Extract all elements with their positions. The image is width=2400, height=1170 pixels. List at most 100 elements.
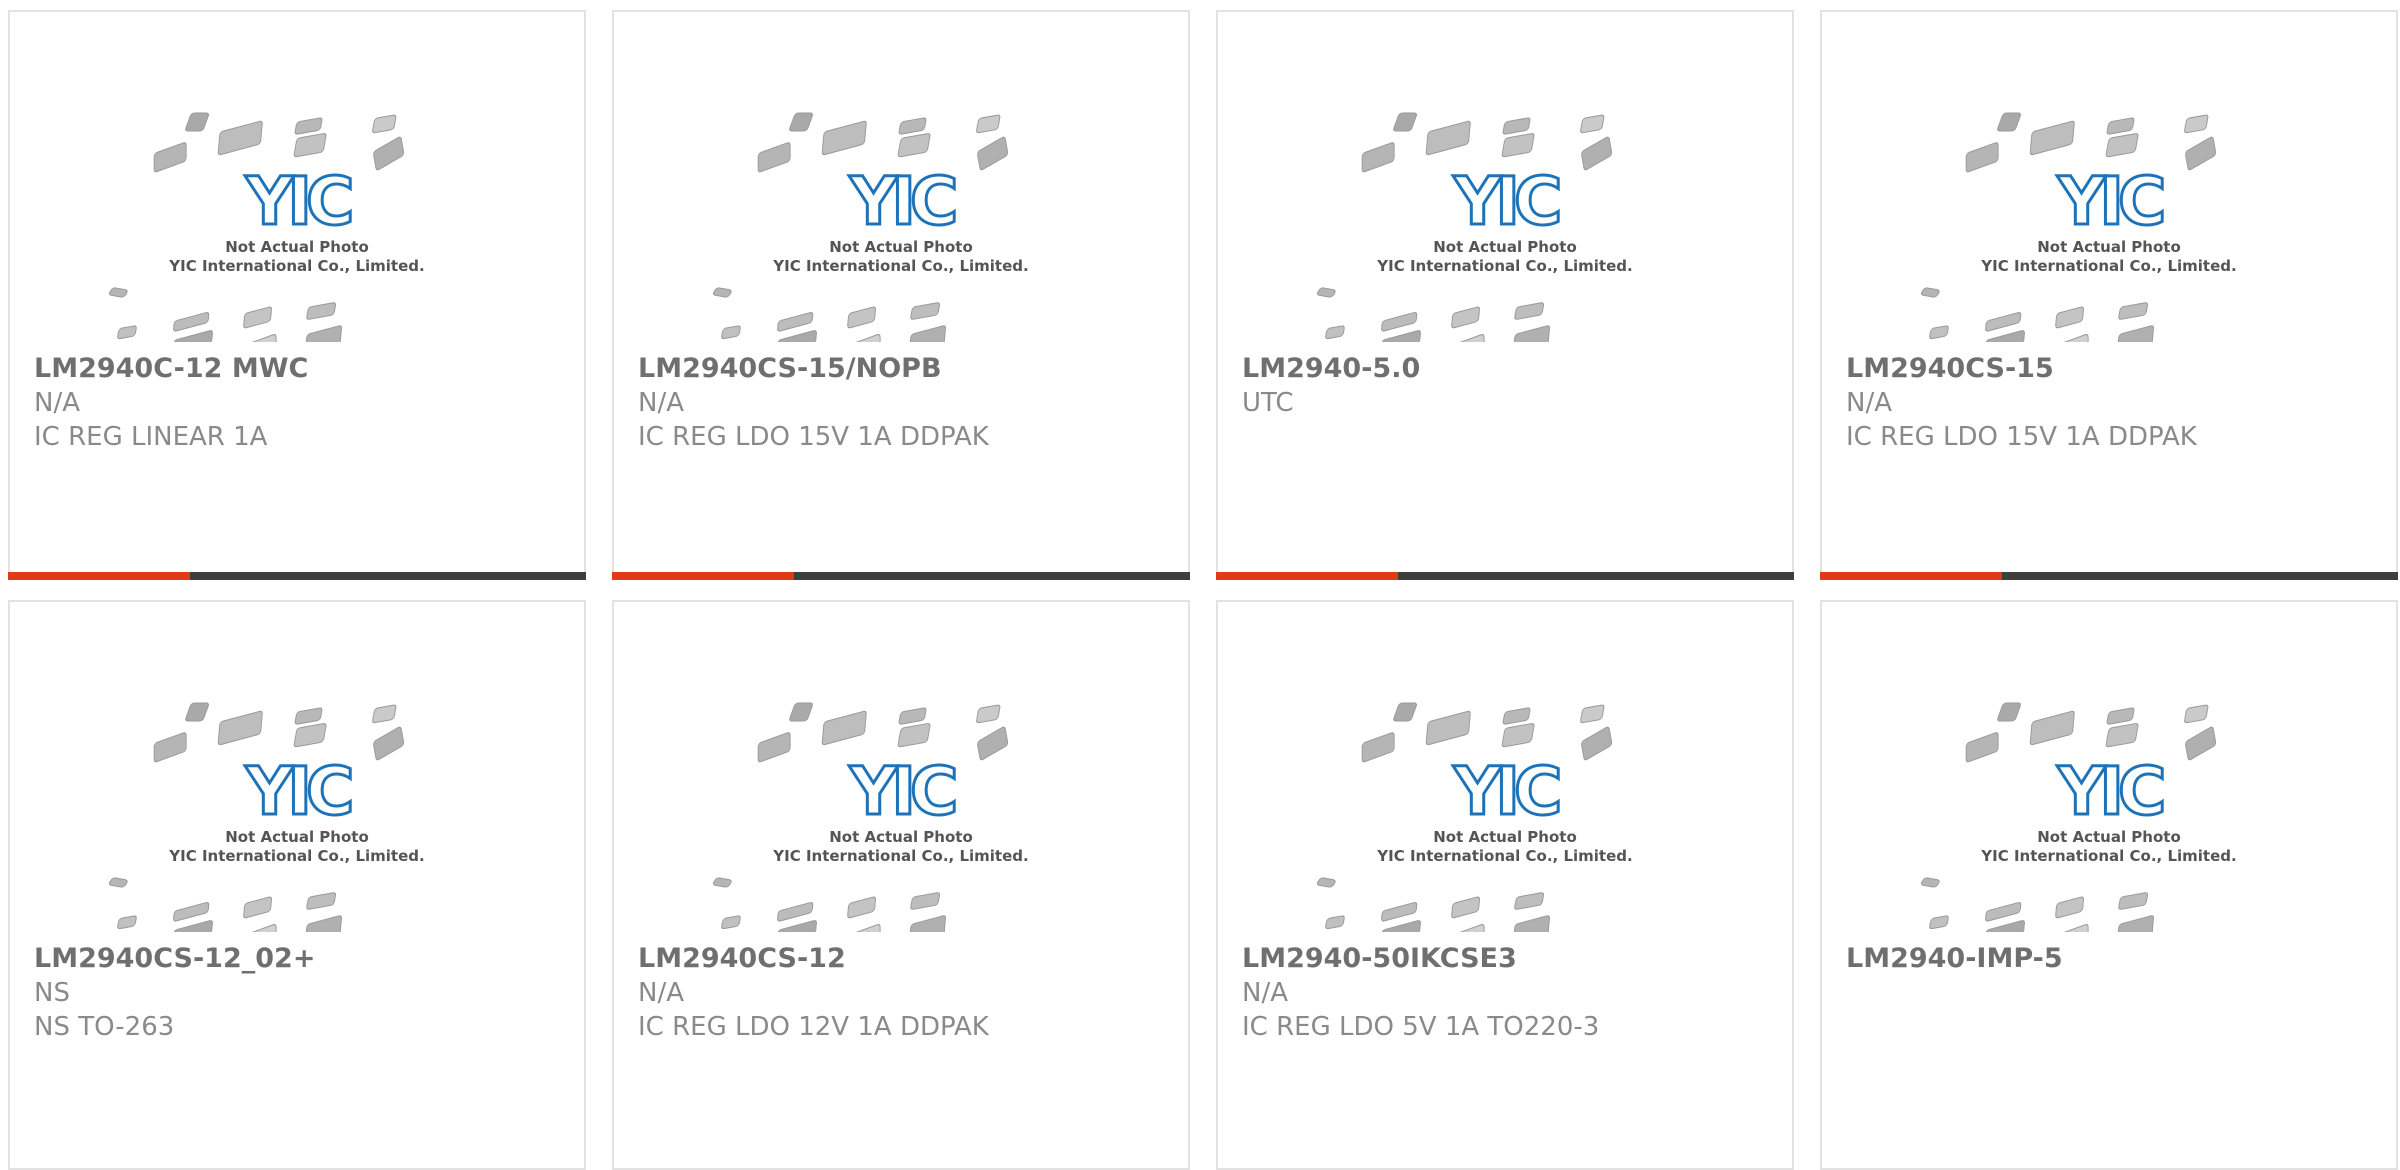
chip-graphic <box>1997 702 2021 722</box>
company-label: YIC International Co., Limited. <box>772 847 1028 865</box>
chip-graphic <box>898 707 927 725</box>
chip-graphic <box>1920 877 1940 888</box>
chip-graphic <box>1985 311 2022 332</box>
product-thumbnail[interactable]: YIC Not Actual Photo YIC International Co.… <box>1218 682 1792 953</box>
part-number[interactable]: LM2940-50IKCSE3 <box>1242 942 1776 976</box>
product-card[interactable]: YIC Not Actual Photo YIC International Co.… <box>1820 600 2398 1170</box>
chip-graphic <box>217 710 263 746</box>
not-actual-photo-label: Not Actual Photo <box>1433 828 1577 846</box>
placeholder-image: YICNot Actual PhotoYIC International Co.… <box>108 112 425 363</box>
part-number[interactable]: LM2940CS-12 <box>638 942 1172 976</box>
chip-graphic <box>1451 306 1480 329</box>
chip-graphic <box>789 702 813 722</box>
company-label: YIC International Co., Limited. <box>1376 257 1632 275</box>
chip-graphic <box>1455 333 1485 363</box>
chip-graphic <box>2118 302 2149 320</box>
chip-graphic <box>1393 702 1417 722</box>
product-thumbnail[interactable]: YIC Not Actual Photo YIC International Co.… <box>1822 92 2396 363</box>
product-thumbnail[interactable]: YIC Not Actual Photo YIC International Co.… <box>614 682 1188 953</box>
chip-graphic <box>1984 920 2025 943</box>
chip-graphic <box>1501 133 1535 158</box>
part-number[interactable]: LM2940-5.0 <box>1242 352 1776 386</box>
chip-graphic <box>173 901 210 922</box>
chip-graphic <box>153 732 187 763</box>
card-accent-bar <box>1820 572 2002 580</box>
card-bottom-bar <box>612 572 1190 580</box>
chip-graphic <box>373 136 405 171</box>
yic-logo: YIC <box>245 753 351 830</box>
chip-graphic <box>712 877 732 888</box>
chip-graphic <box>153 142 187 173</box>
chip-graphic <box>294 707 323 725</box>
chip-graphic <box>821 120 867 156</box>
product-grid: YIC Not Actual Photo YIC International Co.… <box>8 10 2400 1170</box>
placeholder-image: YICNot Actual PhotoYIC International Co.… <box>712 702 1029 953</box>
product-thumbnail[interactable]: YIC Not Actual Photo YIC International Co.… <box>10 92 584 363</box>
chip-graphic <box>847 896 876 919</box>
chip-graphic <box>777 901 814 922</box>
chip-graphic <box>1502 707 1531 725</box>
part-number[interactable]: LM2940C-12 MWC <box>34 352 568 386</box>
part-number[interactable]: LM2940CS-15/NOPB <box>638 352 1172 386</box>
chip-graphic <box>1425 120 1471 156</box>
chip-graphic <box>1502 117 1531 135</box>
chip-graphic <box>1514 302 1545 320</box>
product-card[interactable]: YIC Not Actual Photo YIC International Co.… <box>1216 10 1794 580</box>
not-actual-photo-label: Not Actual Photo <box>225 238 369 256</box>
product-info: LM2940CS-15/NOPB N/A IC REG LDO 15V 1A D… <box>638 352 1172 454</box>
chip-graphic <box>293 133 327 158</box>
product-thumbnail[interactable]: YIC Not Actual Photo YIC International Co.… <box>1218 92 1792 363</box>
chip-graphic <box>777 311 814 332</box>
chip-graphic <box>977 726 1009 761</box>
product-card[interactable]: YIC Not Actual Photo YIC International Co.… <box>612 10 1190 580</box>
product-card[interactable]: YIC Not Actual Photo YIC International Co.… <box>612 600 1190 1170</box>
product-info: LM2940-50IKCSE3 N/A IC REG LDO 5V 1A TO2… <box>1242 942 1776 1044</box>
product-card[interactable]: YIC Not Actual Photo YIC International Co.… <box>8 10 586 580</box>
product-info: LM2940CS-15 N/A IC REG LDO 15V 1A DDPAK <box>1846 352 2380 454</box>
chip-graphic <box>243 896 272 919</box>
yic-logo: YIC <box>1453 163 1559 240</box>
company-label: YIC International Co., Limited. <box>168 847 424 865</box>
product-card[interactable]: YIC Not Actual Photo YIC International Co.… <box>8 600 586 1170</box>
chip-graphic <box>1929 325 1949 340</box>
chip-graphic <box>1985 901 2022 922</box>
chip-graphic <box>294 117 323 135</box>
chip-graphic <box>173 311 210 332</box>
description: IC REG LDO 12V 1A DDPAK <box>638 1012 989 1042</box>
description: IC REG LINEAR 1A <box>34 422 268 452</box>
description: IC REG LDO 15V 1A DDPAK <box>1846 422 2197 452</box>
chip-graphic <box>898 117 927 135</box>
not-actual-photo-label: Not Actual Photo <box>2037 238 2181 256</box>
product-card[interactable]: YIC Not Actual Photo YIC International Co.… <box>1216 600 1794 1170</box>
chip-graphic <box>851 923 881 953</box>
product-thumbnail[interactable]: YIC Not Actual Photo YIC International Co.… <box>1822 682 2396 953</box>
chip-graphic <box>247 923 277 953</box>
chip-graphic <box>757 732 791 763</box>
product-card[interactable]: YIC Not Actual Photo YIC International Co.… <box>1820 10 2398 580</box>
chip-graphic <box>1381 901 1418 922</box>
manufacturer: NS <box>34 978 70 1008</box>
part-number[interactable]: LM2940CS-15 <box>1846 352 2380 386</box>
chip-graphic <box>2029 710 2075 746</box>
chip-graphic <box>305 915 342 944</box>
chip-graphic <box>1380 330 1421 353</box>
chip-graphic <box>1381 311 1418 332</box>
description: IC REG LDO 5V 1A TO220-3 <box>1242 1012 1600 1042</box>
chip-graphic <box>2055 896 2084 919</box>
yic-logo: YIC <box>849 163 955 240</box>
card-accent-bar <box>1216 572 1398 580</box>
chip-graphic <box>910 302 941 320</box>
chip-graphic <box>305 325 342 354</box>
company-label: YIC International Co., Limited. <box>772 257 1028 275</box>
chip-graphic <box>897 133 931 158</box>
product-thumbnail[interactable]: YIC Not Actual Photo YIC International Co.… <box>614 92 1188 363</box>
chip-graphic <box>247 333 277 363</box>
not-actual-photo-label: Not Actual Photo <box>225 828 369 846</box>
yic-logo: YIC <box>245 163 351 240</box>
chip-graphic <box>293 723 327 748</box>
part-number[interactable]: LM2940CS-12_02+ <box>34 942 568 976</box>
chip-graphic <box>2106 117 2135 135</box>
chip-graphic <box>1929 915 1949 930</box>
product-thumbnail[interactable]: YIC Not Actual Photo YIC International Co.… <box>10 682 584 953</box>
part-number[interactable]: LM2940-IMP-5 <box>1846 942 2380 976</box>
